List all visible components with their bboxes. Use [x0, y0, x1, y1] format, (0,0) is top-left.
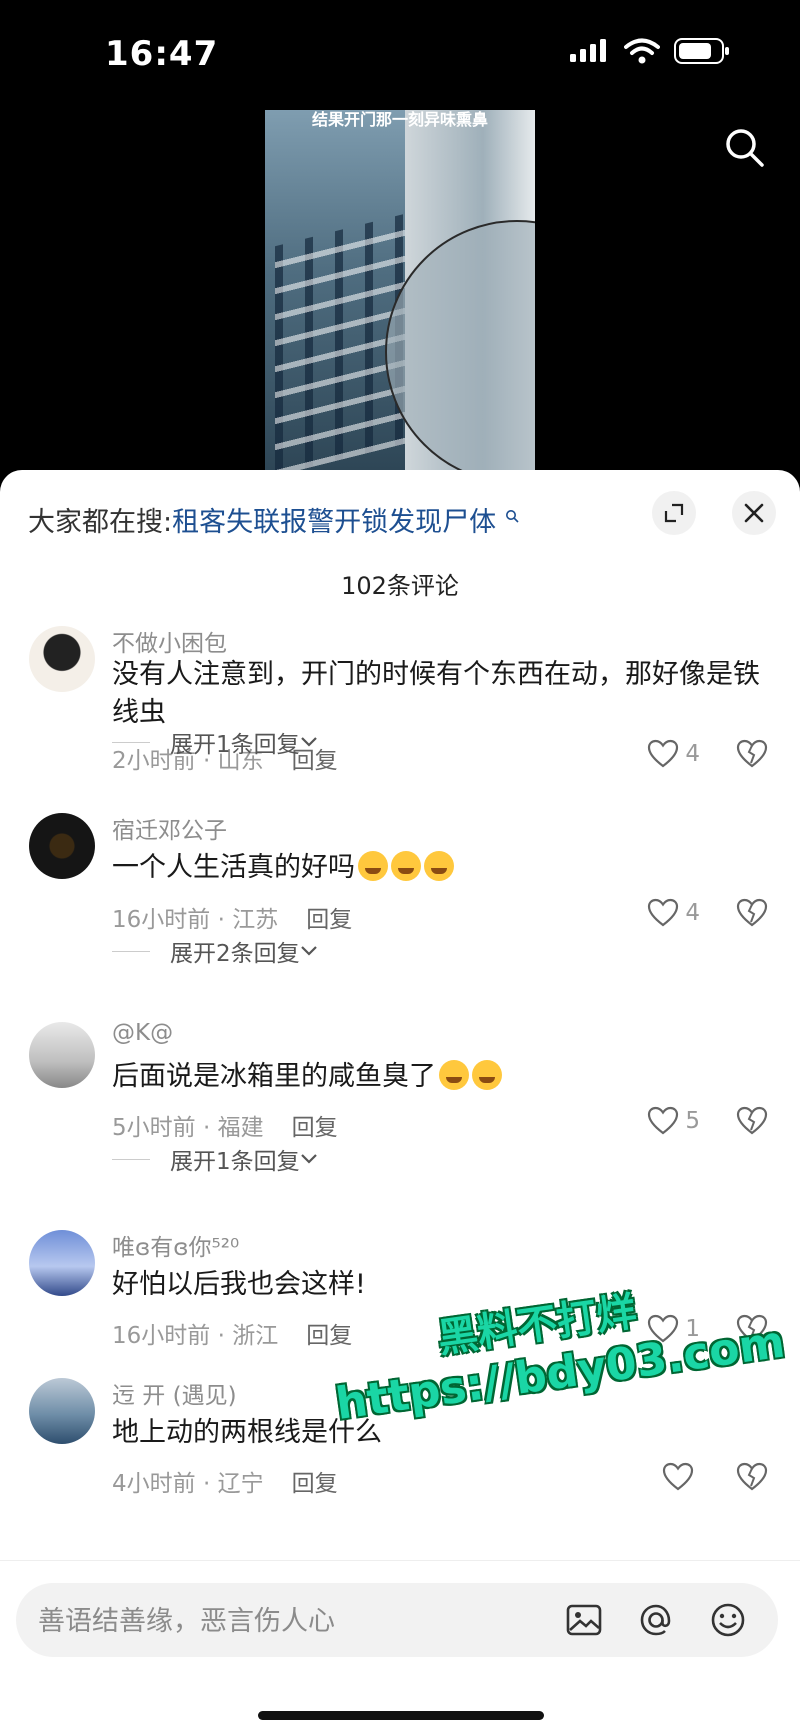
signal-icon	[570, 39, 606, 62]
image-button[interactable]	[564, 1600, 604, 1640]
comment-text: 没有人注意到，开门的时候有个东西在动，那好像是铁线虫	[112, 659, 760, 728]
fullscreen-button[interactable]	[652, 491, 696, 535]
crying-emoji-icon	[391, 851, 421, 881]
search-button[interactable]	[722, 125, 766, 169]
comment-input-bar	[0, 1560, 800, 1736]
divider	[112, 950, 150, 952]
expand-replies-label: 展开2条回复	[170, 941, 300, 967]
status-time: 16:47	[105, 34, 219, 74]
expand-replies-label: 展开1条回复	[170, 732, 300, 758]
image-icon	[566, 1604, 602, 1636]
crying-emoji-icon	[424, 851, 454, 881]
comment-username[interactable]: 不做小困包	[112, 624, 227, 658]
expand-replies-label: 展开1条回复	[170, 1149, 300, 1175]
video-player[interactable]: 结果开门那一刻异味熏鼻	[265, 110, 535, 470]
status-icons	[570, 38, 730, 64]
video-caption: 结果开门那一刻异味熏鼻	[311, 110, 488, 129]
home-indicator	[258, 1711, 544, 1720]
hot-search-bar[interactable]: 大家都在搜:租客失联报警开锁发现尸体	[28, 500, 519, 539]
like-button[interactable]	[662, 1462, 700, 1492]
laughing-emoji-icon	[472, 1060, 502, 1090]
comment-text: 一个人生活真的好吗	[112, 849, 772, 887]
avatar[interactable]	[29, 1022, 95, 1088]
divider	[112, 741, 150, 743]
like-count: 4	[685, 900, 700, 926]
broken-heart-icon	[736, 1462, 768, 1491]
comment-sheet: 大家都在搜:租客失联报警开锁发现尸体 102条评论 不做小困包 没有人注意到，开…	[0, 470, 800, 1735]
heart-icon	[648, 1106, 679, 1135]
reply-button[interactable]: 回复	[306, 907, 352, 933]
comment-time-location: 16小时前 · 江苏	[112, 907, 279, 933]
divider	[112, 1158, 150, 1160]
avatar[interactable]	[29, 813, 95, 879]
dislike-button[interactable]	[736, 739, 768, 773]
crying-emoji-icon	[358, 851, 388, 881]
expand-replies-button[interactable]: 展开1条回复	[112, 725, 318, 759]
emoji-button[interactable]	[708, 1600, 748, 1640]
at-icon	[640, 1604, 671, 1636]
expand-replies-button[interactable]: 展开1条回复	[112, 1142, 318, 1176]
heart-icon	[662, 1462, 694, 1491]
avatar[interactable]	[29, 1378, 95, 1444]
heart-icon	[648, 898, 679, 927]
smiley-icon	[711, 1603, 745, 1637]
comment-text: 地上动的两根线是什么	[112, 1417, 382, 1448]
comment-username[interactable]: 宿迁邓公子	[112, 811, 227, 845]
avatar[interactable]	[29, 626, 95, 692]
comment-meta: 4小时前 · 辽宁 回复	[112, 1464, 338, 1498]
dislike-button[interactable]	[736, 898, 768, 932]
expand-replies-button[interactable]: 展开2条回复	[112, 934, 318, 968]
close-button[interactable]	[732, 491, 776, 535]
comment-time-location: 4小时前 · 辽宁	[112, 1471, 264, 1497]
mention-button[interactable]	[636, 1600, 676, 1640]
reply-button[interactable]: 回复	[292, 1471, 338, 1497]
comment-time-location: 5小时前 · 福建	[112, 1115, 264, 1141]
comment-meta: 5小时前 · 福建 回复	[112, 1108, 338, 1142]
battery-icon	[674, 38, 729, 64]
chevron-down-icon	[300, 946, 317, 956]
status-bar: 16:47	[0, 0, 800, 110]
like-count: 4	[685, 741, 700, 767]
close-icon	[744, 503, 764, 523]
comment-text-content: 后面说是冰箱里的咸鱼臭了	[112, 1061, 436, 1092]
comment-text-content: 一个人生活真的好吗	[112, 852, 355, 883]
comment-input[interactable]	[36, 1583, 540, 1659]
comment-text: 后面说是冰箱里的咸鱼臭了	[112, 1058, 772, 1096]
like-button[interactable]: 4	[647, 739, 700, 769]
comment-username[interactable]: 唯ɞ有ɞ你⁵²⁰	[112, 1228, 239, 1262]
comment-input-container	[16, 1583, 778, 1659]
comment-meta: 16小时前 · 江苏 回复	[112, 900, 352, 934]
expand-icon	[664, 503, 684, 523]
dislike-button[interactable]	[736, 1462, 768, 1496]
comment-username[interactable]: @K@	[112, 1020, 173, 1046]
comment-count: 102条评论	[341, 572, 459, 600]
like-button[interactable]: 5	[647, 1106, 700, 1136]
hot-search-keyword[interactable]: 租客失联报警开锁发现尸体	[172, 507, 496, 538]
dislike-button[interactable]	[736, 1106, 768, 1140]
heart-icon	[648, 739, 679, 768]
broken-heart-icon	[736, 739, 768, 768]
avatar[interactable]	[29, 1230, 95, 1296]
broken-heart-icon	[736, 898, 768, 927]
sleepy-emoji-icon	[439, 1060, 469, 1090]
search-icon	[726, 129, 764, 167]
small-search-icon	[505, 510, 519, 523]
chevron-down-icon	[300, 737, 317, 747]
wifi-icon	[624, 38, 660, 64]
like-button[interactable]: 4	[647, 898, 700, 928]
comment-time-location: 16小时前 · 浙江	[112, 1323, 279, 1349]
hot-search-prefix: 大家都在搜:	[28, 507, 173, 538]
comment-meta: 16小时前 · 浙江 回复	[112, 1316, 352, 1350]
broken-heart-icon	[736, 1106, 768, 1135]
comment-username[interactable]: 迃 开 (遇见)	[112, 1376, 237, 1410]
chevron-down-icon	[300, 1154, 317, 1164]
like-count: 5	[685, 1108, 700, 1134]
reply-button[interactable]: 回复	[292, 1115, 338, 1141]
